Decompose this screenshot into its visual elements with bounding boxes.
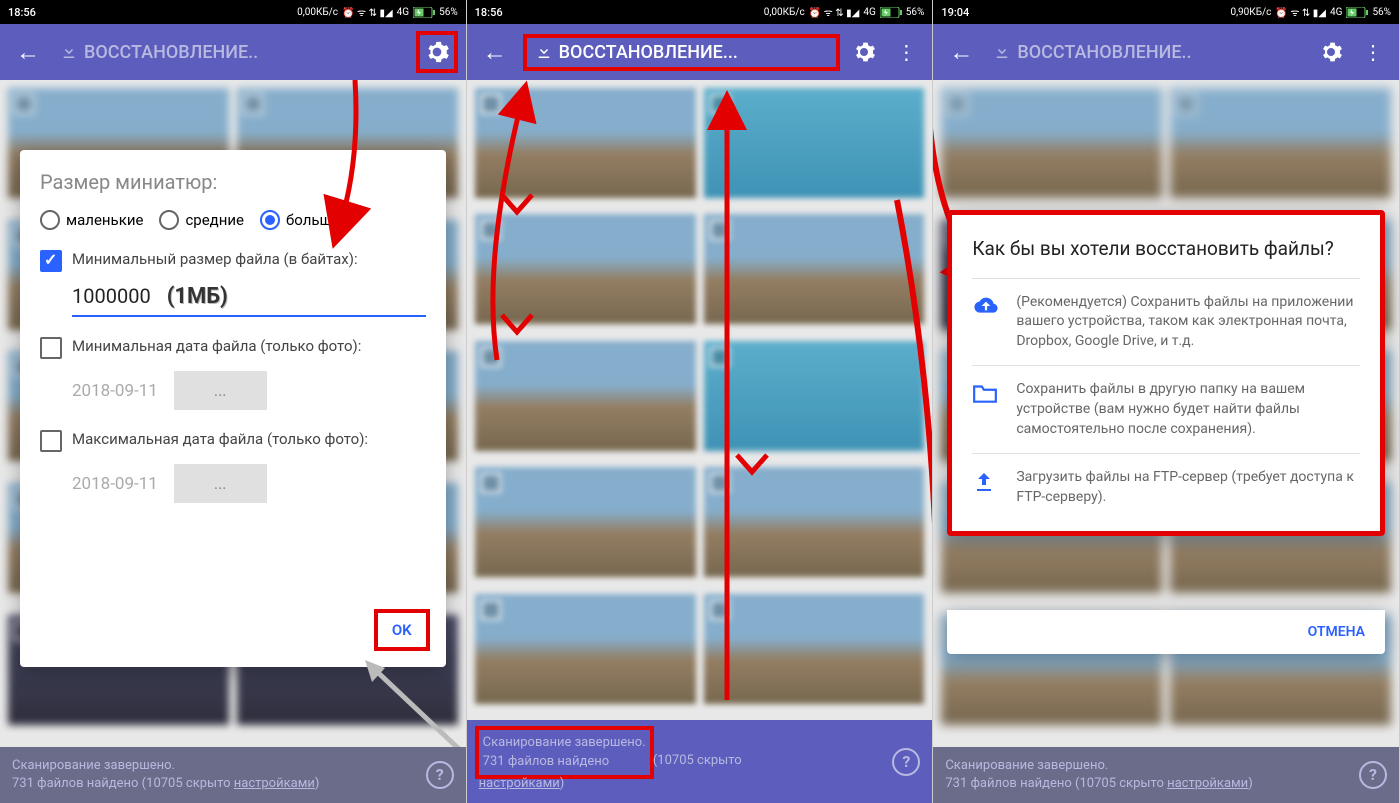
min-date-button[interactable]: ... xyxy=(174,371,267,410)
download-icon xyxy=(993,43,1011,61)
option-ftp[interactable]: Загрузить файлы на FTP-сервер (требует д… xyxy=(972,453,1360,521)
status-bar: 18:56 0,00КБ/с ⏰ ᯤ ⇅ ▮◢ 4G 56% xyxy=(0,0,466,24)
settings-link[interactable]: настройками xyxy=(234,776,315,791)
gear-icon xyxy=(424,39,450,65)
status-battery: 56% xyxy=(439,7,458,18)
back-button[interactable]: ← xyxy=(475,30,515,75)
upload-icon xyxy=(972,468,1002,507)
max-date-label: Максимальная дата файла (только фото): xyxy=(72,430,368,452)
phone-panel-1: 18:56 0,00КБ/с ⏰ ᯤ ⇅ ▮◢ 4G 56% ← ВОССТАН… xyxy=(0,0,467,803)
help-button[interactable]: ? xyxy=(892,748,920,776)
status-battery: 56% xyxy=(906,7,925,18)
app-title: ВОССТАНОВЛЕНИЕ.. xyxy=(56,38,408,67)
settings-button[interactable] xyxy=(416,31,458,73)
min-size-checkbox[interactable] xyxy=(40,250,62,272)
phone-panel-2: 18:56 0,00КБ/с ⏰ ᯤ ⇅ ▮◢ 4G 56% ← ВОССТАН… xyxy=(467,0,934,803)
scan-status-bar: Сканирование завершено. 731 файлов найде… xyxy=(0,747,466,803)
cloud-upload-icon xyxy=(972,293,1002,352)
max-date-button[interactable]: ... xyxy=(174,464,267,503)
dialog-title: Как бы вы хотели восстановить файлы? xyxy=(972,237,1360,262)
option-cloud[interactable]: (Рекомендуется) Сохранить файлы на прило… xyxy=(972,278,1360,366)
scan-status-bar: Сканирование завершено. 731 файлов найде… xyxy=(933,747,1399,803)
settings-link[interactable]: настройками xyxy=(479,776,560,791)
back-button[interactable]: ← xyxy=(941,30,981,75)
help-button[interactable]: ? xyxy=(426,761,454,789)
help-button[interactable]: ? xyxy=(1359,761,1387,789)
min-date-label: Минимальная дата файла (только фото): xyxy=(72,337,361,359)
status-net: 4G xyxy=(863,7,875,18)
min-size-hint: (1МБ) xyxy=(167,284,228,309)
min-size-label: Минимальный размер файла (в байтах): xyxy=(72,250,358,272)
content-area: Как бы вы хотели восстановить файлы? (Ре… xyxy=(933,80,1399,747)
more-button[interactable]: ⋮ xyxy=(888,40,924,64)
status-net: 4G xyxy=(397,7,409,18)
ok-button[interactable]: OK xyxy=(374,609,430,651)
status-bar: 19:04 0,90КБ/с ⏰ ᯤ ⇅ ▮◢ 4G 56% xyxy=(933,0,1399,24)
annotation-arrows xyxy=(467,80,933,720)
settings-button[interactable] xyxy=(848,36,880,68)
download-icon xyxy=(535,43,553,61)
status-speed: 0,90КБ/с xyxy=(1230,7,1271,18)
back-button[interactable]: ← xyxy=(8,30,48,75)
photo-thumb[interactable] xyxy=(1170,88,1391,198)
annotation-arrow xyxy=(330,650,466,747)
app-bar: ← ВОССТАНОВЛЕНИЕ.. xyxy=(0,24,466,80)
cancel-button[interactable]: ОТМЕНА xyxy=(947,610,1385,654)
more-button[interactable]: ⋮ xyxy=(1355,40,1391,64)
status-speed: 0,00КБ/с xyxy=(764,7,805,18)
max-date-value: 2018-09-11 xyxy=(72,474,158,494)
app-bar: ← ВОССТАНОВЛЕНИЕ... ⋮ xyxy=(467,24,933,80)
content-area xyxy=(467,80,933,720)
phone-panel-3: 19:04 0,90КБ/с ⏰ ᯤ ⇅ ▮◢ 4G 56% ← ВОССТАН… xyxy=(933,0,1400,803)
status-net: 4G xyxy=(1330,7,1342,18)
status-bar: 18:56 0,00КБ/с ⏰ ᯤ ⇅ ▮◢ 4G 56% xyxy=(467,0,933,24)
status-right: 0,90КБ/с ⏰ ᯤ ⇅ ▮◢ 4G 56% xyxy=(1230,5,1391,19)
gear-icon xyxy=(852,40,876,64)
status-right: 0,00КБ/с ⏰ ᯤ ⇅ ▮◢ 4G 56% xyxy=(764,5,925,19)
max-date-checkbox[interactable] xyxy=(40,430,62,452)
annotation-arrow xyxy=(260,80,410,245)
restore-dialog: Как бы вы хотели восстановить файлы? (Ре… xyxy=(947,210,1385,536)
folder-icon xyxy=(972,380,1002,439)
settings-link[interactable]: настройками xyxy=(1167,776,1248,791)
content-area: Размер миниатюр: маленькие средние больш… xyxy=(0,80,466,747)
app-bar: ← ВОССТАНОВЛЕНИЕ.. ⋮ xyxy=(933,24,1399,80)
min-size-input[interactable]: 1000000 xyxy=(72,284,151,308)
status-right: 0,00КБ/с ⏰ ᯤ ⇅ ▮◢ 4G 56% xyxy=(297,5,458,19)
option-folder[interactable]: Сохранить файлы в другую папку на вашем … xyxy=(972,365,1360,453)
min-date-checkbox[interactable] xyxy=(40,337,62,359)
status-time: 18:56 xyxy=(475,6,503,19)
settings-button[interactable] xyxy=(1315,36,1347,68)
radio-small[interactable]: маленькие xyxy=(40,210,143,230)
download-icon xyxy=(60,43,78,61)
min-date-value: 2018-09-11 xyxy=(72,381,158,401)
status-speed: 0,00КБ/с xyxy=(297,7,338,18)
app-title[interactable]: ВОССТАНОВЛЕНИЕ... xyxy=(523,34,841,71)
status-battery: 56% xyxy=(1372,7,1391,18)
app-title: ВОССТАНОВЛЕНИЕ.. xyxy=(989,38,1307,67)
status-time: 19:04 xyxy=(941,6,969,19)
status-time: 18:56 xyxy=(8,6,36,19)
gear-icon xyxy=(1319,40,1343,64)
scan-status-bar: Сканирование завершено. 731 файлов найде… xyxy=(467,720,933,803)
radio-medium[interactable]: средние xyxy=(159,210,244,230)
